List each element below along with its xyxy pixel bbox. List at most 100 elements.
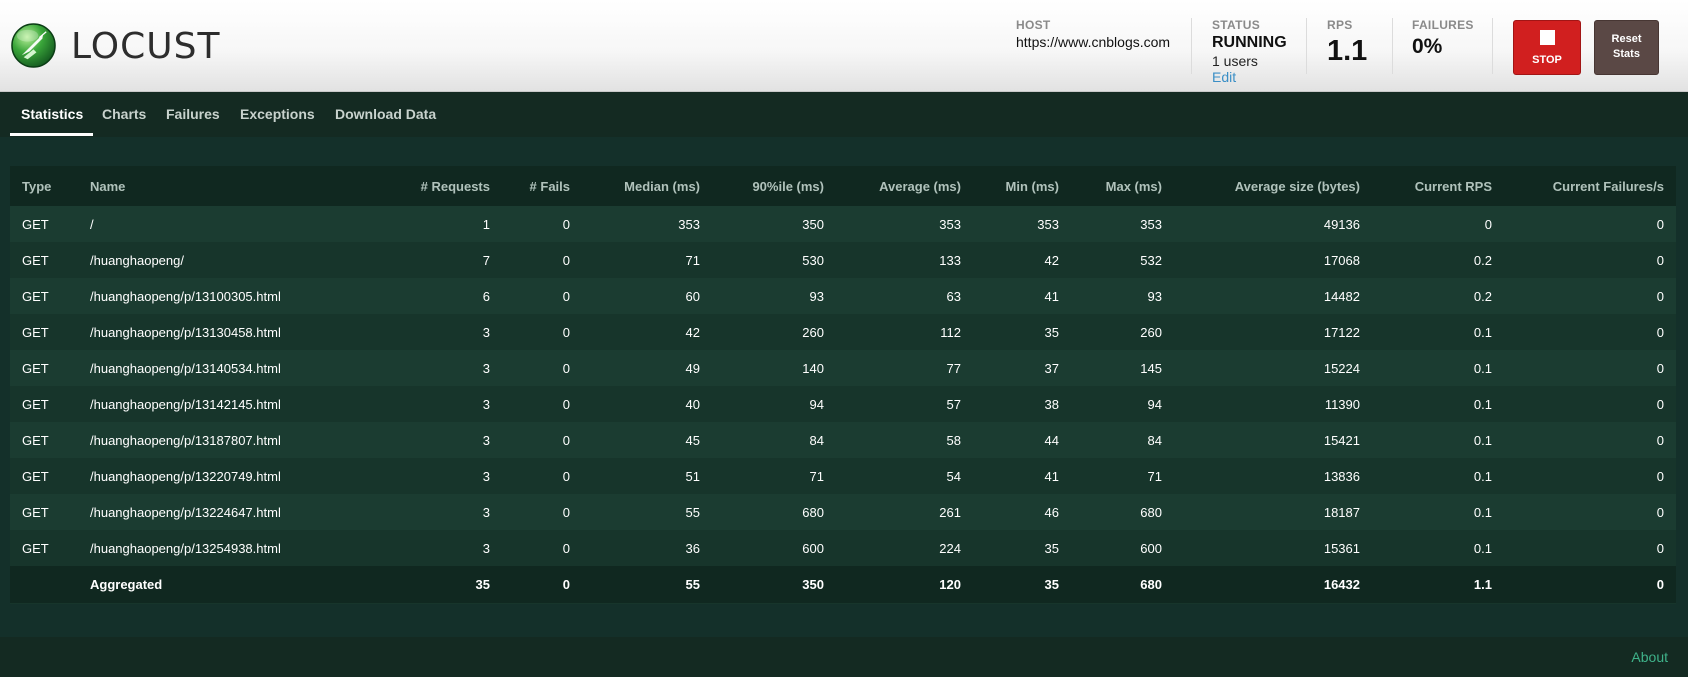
table-cell: 532 <box>1071 242 1174 278</box>
host-label: HOST <box>1016 18 1051 32</box>
table-cell: 42 <box>973 242 1071 278</box>
table-row: GET/huanghaopeng/p/13140534.html 3 0 49 140 7… <box>10 350 1676 386</box>
tab-charts[interactable]: Charts <box>102 106 146 122</box>
stop-button[interactable]: STOP <box>1513 20 1581 75</box>
table-cell: 18187 <box>1174 494 1372 530</box>
tab-bar: Statistics Charts Failures Exceptions Do… <box>0 92 1688 137</box>
table-cell: 13836 <box>1174 458 1372 494</box>
aggregated-label: Aggregated <box>78 566 348 603</box>
reset-stats-button[interactable]: Reset Stats <box>1594 20 1659 75</box>
table-cell: 55 <box>582 494 712 530</box>
table-cell: 35 <box>973 530 1071 566</box>
table-cell: 71 <box>582 242 712 278</box>
table-cell: 15361 <box>1174 530 1372 566</box>
table-cell: GET <box>10 494 78 530</box>
about-link[interactable]: About <box>1631 649 1668 665</box>
table-cell: 3 <box>348 314 502 350</box>
table-cell: 0.1 <box>1372 530 1504 566</box>
table-cell: 60 <box>582 278 712 314</box>
table-cell: 3 <box>348 494 502 530</box>
table-cell: 0 <box>502 530 582 566</box>
column-header[interactable]: Min (ms) <box>973 166 1071 206</box>
divider <box>1306 18 1307 74</box>
request-name-cell: /huanghaopeng/p/13142145.html <box>78 386 348 422</box>
column-header[interactable]: Current RPS <box>1372 166 1504 206</box>
table-cell: 42 <box>582 314 712 350</box>
column-header[interactable]: # Fails <box>502 166 582 206</box>
table-cell: 14482 <box>1174 278 1372 314</box>
table-cell: 41 <box>973 278 1071 314</box>
table-cell: 37 <box>973 350 1071 386</box>
table-row: GET/1 0 353 350 353 353 353 49136 0 0 <box>10 206 1676 242</box>
table-cell: 353 <box>973 206 1071 242</box>
column-header[interactable]: 90%ile (ms) <box>712 166 836 206</box>
table-cell: 353 <box>836 206 973 242</box>
table-cell: 600 <box>712 530 836 566</box>
table-cell: 261 <box>836 494 973 530</box>
table-cell: 0.1 <box>1372 386 1504 422</box>
column-header[interactable]: Name <box>78 166 348 206</box>
table-cell: 51 <box>582 458 712 494</box>
tab-statistics[interactable]: Statistics <box>21 106 83 122</box>
table-cell: 0 <box>502 458 582 494</box>
table-cell: 112 <box>836 314 973 350</box>
table-row: GET/huanghaopeng/p/13187807.html 3 0 45 84 58… <box>10 422 1676 458</box>
table-cell: 36 <box>582 530 712 566</box>
aggregated-cell: 680 <box>1071 566 1174 603</box>
host-box: HOST https://www.cnblogs.com <box>1016 18 1170 51</box>
table-cell: 3 <box>348 350 502 386</box>
table-cell: 0 <box>1504 494 1676 530</box>
table-cell: 0 <box>502 206 582 242</box>
rps-value: 1.1 <box>1327 35 1368 67</box>
aggregated-cell: 350 <box>712 566 836 603</box>
divider <box>1392 18 1393 74</box>
table-cell: 353 <box>582 206 712 242</box>
table-cell: 353 <box>1071 206 1174 242</box>
column-header[interactable]: Average size (bytes) <box>1174 166 1372 206</box>
table-cell: 0 <box>502 278 582 314</box>
table-cell: 0 <box>502 494 582 530</box>
failures-box: FAILURES 0% <box>1412 18 1474 60</box>
reset-label-line2: Stats <box>1613 48 1640 60</box>
aggregated-cell: 16432 <box>1174 566 1372 603</box>
column-header[interactable]: # Requests <box>348 166 502 206</box>
column-header[interactable]: Max (ms) <box>1071 166 1174 206</box>
table-cell: 38 <box>973 386 1071 422</box>
reset-label-line1: Reset <box>1611 33 1642 45</box>
column-header[interactable]: Current Failures/s <box>1504 166 1676 206</box>
table-cell: 44 <box>973 422 1071 458</box>
tab-exceptions[interactable]: Exceptions <box>240 106 315 122</box>
table-cell: 145 <box>1071 350 1174 386</box>
tab-failures[interactable]: Failures <box>166 106 220 122</box>
table-cell: 93 <box>712 278 836 314</box>
divider <box>1191 18 1192 74</box>
table-cell: 46 <box>973 494 1071 530</box>
table-cell: 0.1 <box>1372 350 1504 386</box>
table-cell: 0 <box>502 422 582 458</box>
statistics-table: Type Name # Requests # Fails Median (ms)… <box>10 166 1676 603</box>
table-cell: 6 <box>348 278 502 314</box>
table-cell: 530 <box>712 242 836 278</box>
table-cell: 0.1 <box>1372 422 1504 458</box>
table-cell: 35 <box>973 314 1071 350</box>
tab-download-data[interactable]: Download Data <box>335 106 436 122</box>
table-cell: 0 <box>1504 530 1676 566</box>
table-cell: GET <box>10 350 78 386</box>
aggregated-cell: 1.1 <box>1372 566 1504 603</box>
table-cell: 680 <box>1071 494 1174 530</box>
edit-users-link[interactable]: Edit <box>1212 69 1236 86</box>
column-header[interactable]: Median (ms) <box>582 166 712 206</box>
column-header[interactable]: Average (ms) <box>836 166 973 206</box>
table-cell: 600 <box>1071 530 1174 566</box>
locust-logo[interactable]: LOCUST <box>10 20 250 72</box>
table-cell: 40 <box>582 386 712 422</box>
request-name-cell: /huanghaopeng/p/13220749.html <box>78 458 348 494</box>
rps-label: RPS <box>1327 18 1353 32</box>
table-cell: 680 <box>712 494 836 530</box>
request-name-cell: /huanghaopeng/p/13224647.html <box>78 494 348 530</box>
column-header[interactable]: Type <box>10 166 78 206</box>
app-title: LOCUST <box>71 26 221 67</box>
table-cell: 7 <box>348 242 502 278</box>
table-cell: GET <box>10 422 78 458</box>
failures-value: 0% <box>1412 35 1443 58</box>
